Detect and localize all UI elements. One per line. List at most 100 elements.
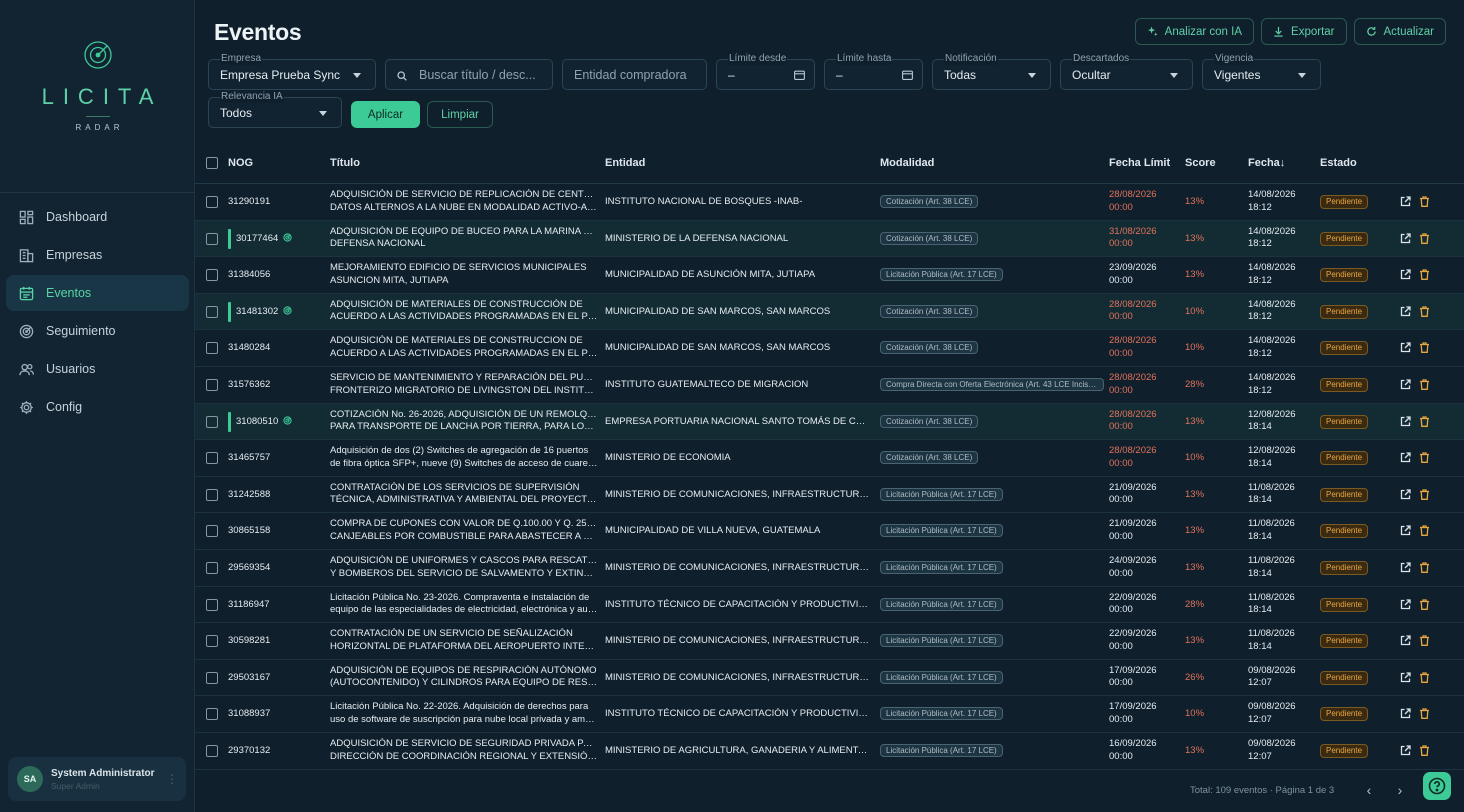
- trash-icon[interactable]: [1419, 342, 1430, 354]
- vigencia-select[interactable]: Vigencia Vigentes: [1202, 53, 1321, 90]
- limite-desde-field[interactable]: Límite desde –: [716, 53, 815, 90]
- sidebar-item-config[interactable]: Config: [6, 389, 189, 425]
- descartados-select[interactable]: Descartados Ocultar: [1060, 53, 1193, 90]
- trash-icon[interactable]: [1419, 415, 1430, 427]
- titulo-cell[interactable]: CONTRATACIÓN DE LOS SERVICIOS DE SUPERVI…: [330, 482, 598, 507]
- open-external-icon[interactable]: [1400, 379, 1411, 390]
- open-external-icon[interactable]: [1400, 562, 1411, 573]
- table-row[interactable]: 29370132 ADQUISICIÓN DE SERVICIO DE SEGUR…: [195, 733, 1464, 770]
- trash-icon[interactable]: [1419, 672, 1430, 683]
- row-checkbox[interactable]: [206, 598, 218, 611]
- titulo-cell[interactable]: COTIZACIÓN No. 26-2026, ADQUISICIÓN DE U…: [330, 409, 598, 434]
- row-checkbox[interactable]: [206, 379, 218, 391]
- row-checkbox[interactable]: [206, 745, 218, 757]
- export-button[interactable]: Exportar: [1261, 18, 1347, 45]
- open-external-icon[interactable]: [1400, 415, 1411, 427]
- sidebar-item-empresas[interactable]: Empresas: [6, 237, 189, 273]
- calendar-icon[interactable]: [902, 70, 913, 80]
- help-button[interactable]: [1423, 772, 1451, 800]
- titulo-cell[interactable]: Licitación Pública No. 23-2026. Comprave…: [330, 592, 598, 617]
- trash-icon[interactable]: [1419, 635, 1430, 647]
- titulo-cell[interactable]: ADQUISICIÓN DE EQUIPO DE BUCEO PARA LA M…: [330, 226, 598, 251]
- row-checkbox[interactable]: [206, 269, 218, 282]
- titulo-cell[interactable]: ADQUISICIÓN DE MATERIALES DE CONSTRUCCIÓ…: [330, 299, 598, 324]
- open-external-icon[interactable]: [1400, 489, 1411, 500]
- titulo-cell[interactable]: ADQUISICIÓN DE SERVICIO DE SEGURIDAD PRI…: [330, 738, 598, 763]
- row-checkbox[interactable]: [206, 415, 218, 428]
- header-estado[interactable]: Estado: [1320, 157, 1357, 169]
- titulo-cell[interactable]: ADQUISICIÓN DE SERVICIO DE REPLICACIÓN D…: [330, 189, 598, 214]
- row-checkbox[interactable]: [206, 196, 218, 208]
- titulo-cell[interactable]: Licitación Pública No. 22-2026. Adquisic…: [330, 701, 598, 726]
- row-checkbox[interactable]: [206, 488, 218, 501]
- header-score[interactable]: Score: [1185, 157, 1216, 169]
- table-row[interactable]: 31384056 MEJORAMIENTO EDIFICIO DE SERVICI…: [195, 257, 1464, 294]
- trash-icon[interactable]: [1419, 525, 1430, 537]
- open-external-icon[interactable]: [1400, 525, 1411, 536]
- search-input[interactable]: Buscar título / desc...: [385, 59, 553, 90]
- sidebar-item-seguimiento[interactable]: Seguimiento: [6, 313, 189, 349]
- trash-icon[interactable]: [1419, 232, 1430, 244]
- header-modalidad[interactable]: Modalidad: [880, 157, 934, 169]
- open-external-icon[interactable]: [1400, 635, 1411, 646]
- row-checkbox[interactable]: [206, 232, 218, 245]
- more-vertical-icon[interactable]: ⋮: [166, 772, 178, 786]
- trash-icon[interactable]: [1419, 489, 1430, 500]
- row-checkbox[interactable]: [206, 525, 218, 538]
- trash-icon[interactable]: [1419, 196, 1430, 207]
- trash-icon[interactable]: [1419, 379, 1430, 390]
- titulo-cell[interactable]: COMPRA DE CUPONES CON VALOR DE Q.100.00 …: [330, 518, 598, 543]
- table-row[interactable]: 31465757 Adquisición de dos (2) Switches …: [195, 440, 1464, 477]
- notificacion-select[interactable]: Notificación Todas: [932, 53, 1051, 90]
- sidebar-item-eventos[interactable]: Eventos: [6, 275, 189, 311]
- table-row[interactable]: 31080510 COTIZACIÓN No. 26-2026, ADQUISIC…: [195, 403, 1464, 441]
- table-row[interactable]: 29569354 ADQUISICIÓN DE UNIFORMES Y CASCO…: [195, 550, 1464, 587]
- row-checkbox[interactable]: [206, 671, 218, 684]
- table-row[interactable]: 29503167 ADQUISICIÓN DE EQUIPOS DE RESPIR…: [195, 660, 1464, 697]
- calendar-icon[interactable]: [794, 70, 805, 80]
- open-external-icon[interactable]: [1400, 598, 1411, 610]
- open-external-icon[interactable]: [1400, 745, 1411, 756]
- table-row[interactable]: 31088937 Licitación Pública No. 22-2026. …: [195, 696, 1464, 733]
- open-external-icon[interactable]: [1400, 269, 1411, 280]
- table-row[interactable]: 31576362 SERVICIO DE MANTENIMIENTO Y REPA…: [195, 367, 1464, 404]
- titulo-cell[interactable]: SERVICIO DE MANTENIMIENTO Y REPARACIÓN D…: [330, 372, 598, 397]
- limite-hasta-field[interactable]: Límite hasta –: [824, 53, 923, 90]
- header-titulo[interactable]: Título: [330, 157, 360, 169]
- open-external-icon[interactable]: [1400, 232, 1411, 244]
- titulo-cell[interactable]: ADQUISICIÓN DE EQUIPOS DE RESPIRACIÓN AU…: [330, 665, 598, 690]
- table-row[interactable]: 31242588 CONTRATACIÓN DE LOS SERVICIOS DE…: [195, 477, 1464, 514]
- titulo-cell[interactable]: ADQUISICIÓN DE UNIFORMES Y CASCOS PARA R…: [330, 555, 598, 580]
- refresh-button[interactable]: Actualizar: [1353, 18, 1446, 45]
- titulo-cell[interactable]: MEJORAMIENTO EDIFICIO DE SERVICIOS MUNIC…: [330, 262, 598, 287]
- header-entidad[interactable]: Entidad: [605, 157, 645, 169]
- open-external-icon[interactable]: [1400, 452, 1411, 463]
- entidad-input[interactable]: Entidad compradora: [562, 59, 707, 90]
- next-page-button[interactable]: ›: [1392, 782, 1408, 798]
- open-external-icon[interactable]: [1400, 196, 1411, 207]
- table-row[interactable]: 31480284 ADQUISICIÓN DE MATERIALES DE CON…: [195, 330, 1464, 367]
- header-fecha[interactable]: Fecha↓: [1248, 157, 1285, 169]
- table-row[interactable]: 30865158 COMPRA DE CUPONES CON VALOR DE Q…: [195, 513, 1464, 550]
- open-external-icon[interactable]: [1400, 306, 1411, 317]
- empresa-select[interactable]: Empresa Empresa Prueba Sync: [208, 53, 376, 90]
- table-row[interactable]: 31186947 Licitación Pública No. 23-2026. …: [195, 587, 1464, 624]
- open-external-icon[interactable]: [1400, 672, 1411, 683]
- row-checkbox[interactable]: [206, 305, 218, 318]
- trash-icon[interactable]: [1419, 708, 1430, 720]
- sidebar-item-usuarios[interactable]: Usuarios: [6, 351, 189, 387]
- clear-button[interactable]: Limpiar: [427, 101, 493, 128]
- sidebar-item-dashboard[interactable]: Dashboard: [6, 199, 189, 235]
- row-checkbox[interactable]: [206, 562, 218, 574]
- row-checkbox[interactable]: [206, 452, 218, 465]
- titulo-cell[interactable]: ADQUISICIÓN DE MATERIALES DE CONSTRUCCIO…: [330, 335, 598, 360]
- trash-icon[interactable]: [1419, 306, 1430, 317]
- row-checkbox[interactable]: [206, 708, 218, 721]
- table-row[interactable]: 30177464 ADQUISICIÓN DE EQUIPO DE BUCEO P…: [195, 220, 1464, 258]
- trash-icon[interactable]: [1419, 598, 1430, 610]
- trash-icon[interactable]: [1419, 452, 1430, 464]
- titulo-cell[interactable]: CONTRATACIÓN DE UN SERVICIO DE SEÑALIZAC…: [330, 628, 598, 653]
- table-row[interactable]: 30598281 CONTRATACIÓN DE UN SERVICIO DE S…: [195, 623, 1464, 660]
- relevancia-select[interactable]: Relevancia IA Todos: [208, 91, 342, 128]
- table-row[interactable]: 31290191 ADQUISICIÓN DE SERVICIO DE REPLI…: [195, 184, 1464, 221]
